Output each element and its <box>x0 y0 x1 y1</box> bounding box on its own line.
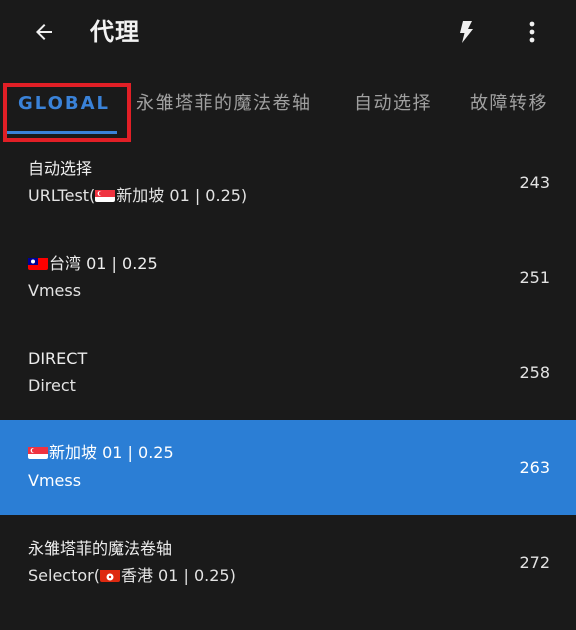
active-tab-indicator <box>5 131 117 134</box>
test-delay-button[interactable] <box>450 14 482 50</box>
proxy-row-taiwan[interactable]: 台湾 01 | 0.25 Vmess 251 <box>0 239 576 334</box>
page-title: 代理 <box>90 18 140 46</box>
sg-flag-icon <box>95 188 116 202</box>
proxy-type: Vmess <box>28 281 82 300</box>
proxy-type-prefix: Selector( <box>28 566 100 585</box>
arrow-left-icon <box>36 24 52 40</box>
proxy-delay: 243 <box>519 173 550 192</box>
tab-failover[interactable]: 故障转移 <box>470 88 548 120</box>
proxy-delay: 272 <box>519 553 550 572</box>
proxy-type: Direct <box>28 376 76 395</box>
more-vert-icon <box>529 21 535 43</box>
proxy-name: 新加坡 01 | 0.25 <box>28 442 174 464</box>
more-options-button[interactable] <box>514 14 550 50</box>
tab-magic-scroll[interactable]: 永雏塔菲的魔法卷轴 <box>136 88 312 120</box>
proxy-type: Vmess <box>28 471 82 490</box>
tab-global[interactable]: GLOBAL <box>18 88 110 120</box>
proxy-type-rest: 香港 01 | 0.25) <box>120 566 236 585</box>
proxy-name: DIRECT <box>28 349 88 368</box>
app-bar: 代理 <box>0 0 576 66</box>
proxy-name-text: 台湾 01 | 0.25 <box>49 254 158 273</box>
tab-auto-select[interactable]: 自动选择 <box>354 88 432 120</box>
proxy-type: URLTest( 新加坡 01 | 0.25) <box>28 185 247 207</box>
proxy-name: 永雏塔菲的魔法卷轴 <box>28 539 173 558</box>
proxy-type: Selector( 香港 01 | 0.25) <box>28 565 236 587</box>
proxy-row-singapore-selected[interactable]: 新加坡 01 | 0.25 Vmess 263 <box>0 420 576 515</box>
proxy-row-magic-scroll[interactable]: 永雏塔菲的魔法卷轴 Selector( 香港 01 | 0.25) 272 <box>0 524 576 619</box>
proxy-group-tabs: GLOBAL 永雏塔菲的魔法卷轴 自动选择 故障转移 <box>0 66 576 144</box>
lightning-bolt-icon <box>460 21 473 43</box>
proxy-delay: 258 <box>519 363 550 382</box>
sg-flag-icon <box>28 445 48 459</box>
tw-flag-icon <box>28 256 48 270</box>
proxy-type-rest: 新加坡 01 | 0.25) <box>116 186 248 205</box>
proxy-name: 台湾 01 | 0.25 <box>28 253 158 275</box>
proxy-type-prefix: URLTest( <box>28 186 96 205</box>
back-button[interactable] <box>26 14 62 50</box>
hk-flag-icon <box>99 568 120 582</box>
proxy-name-text: 新加坡 01 | 0.25 <box>49 443 174 462</box>
proxy-delay: 263 <box>519 458 550 477</box>
proxy-delay: 251 <box>519 268 550 287</box>
proxy-name: 自动选择 <box>28 159 93 178</box>
proxy-row-direct[interactable]: DIRECT Direct 258 <box>0 334 576 429</box>
proxy-row-auto-select[interactable]: 自动选择 URLTest( 新加坡 01 | 0.25) 243 <box>0 144 576 239</box>
